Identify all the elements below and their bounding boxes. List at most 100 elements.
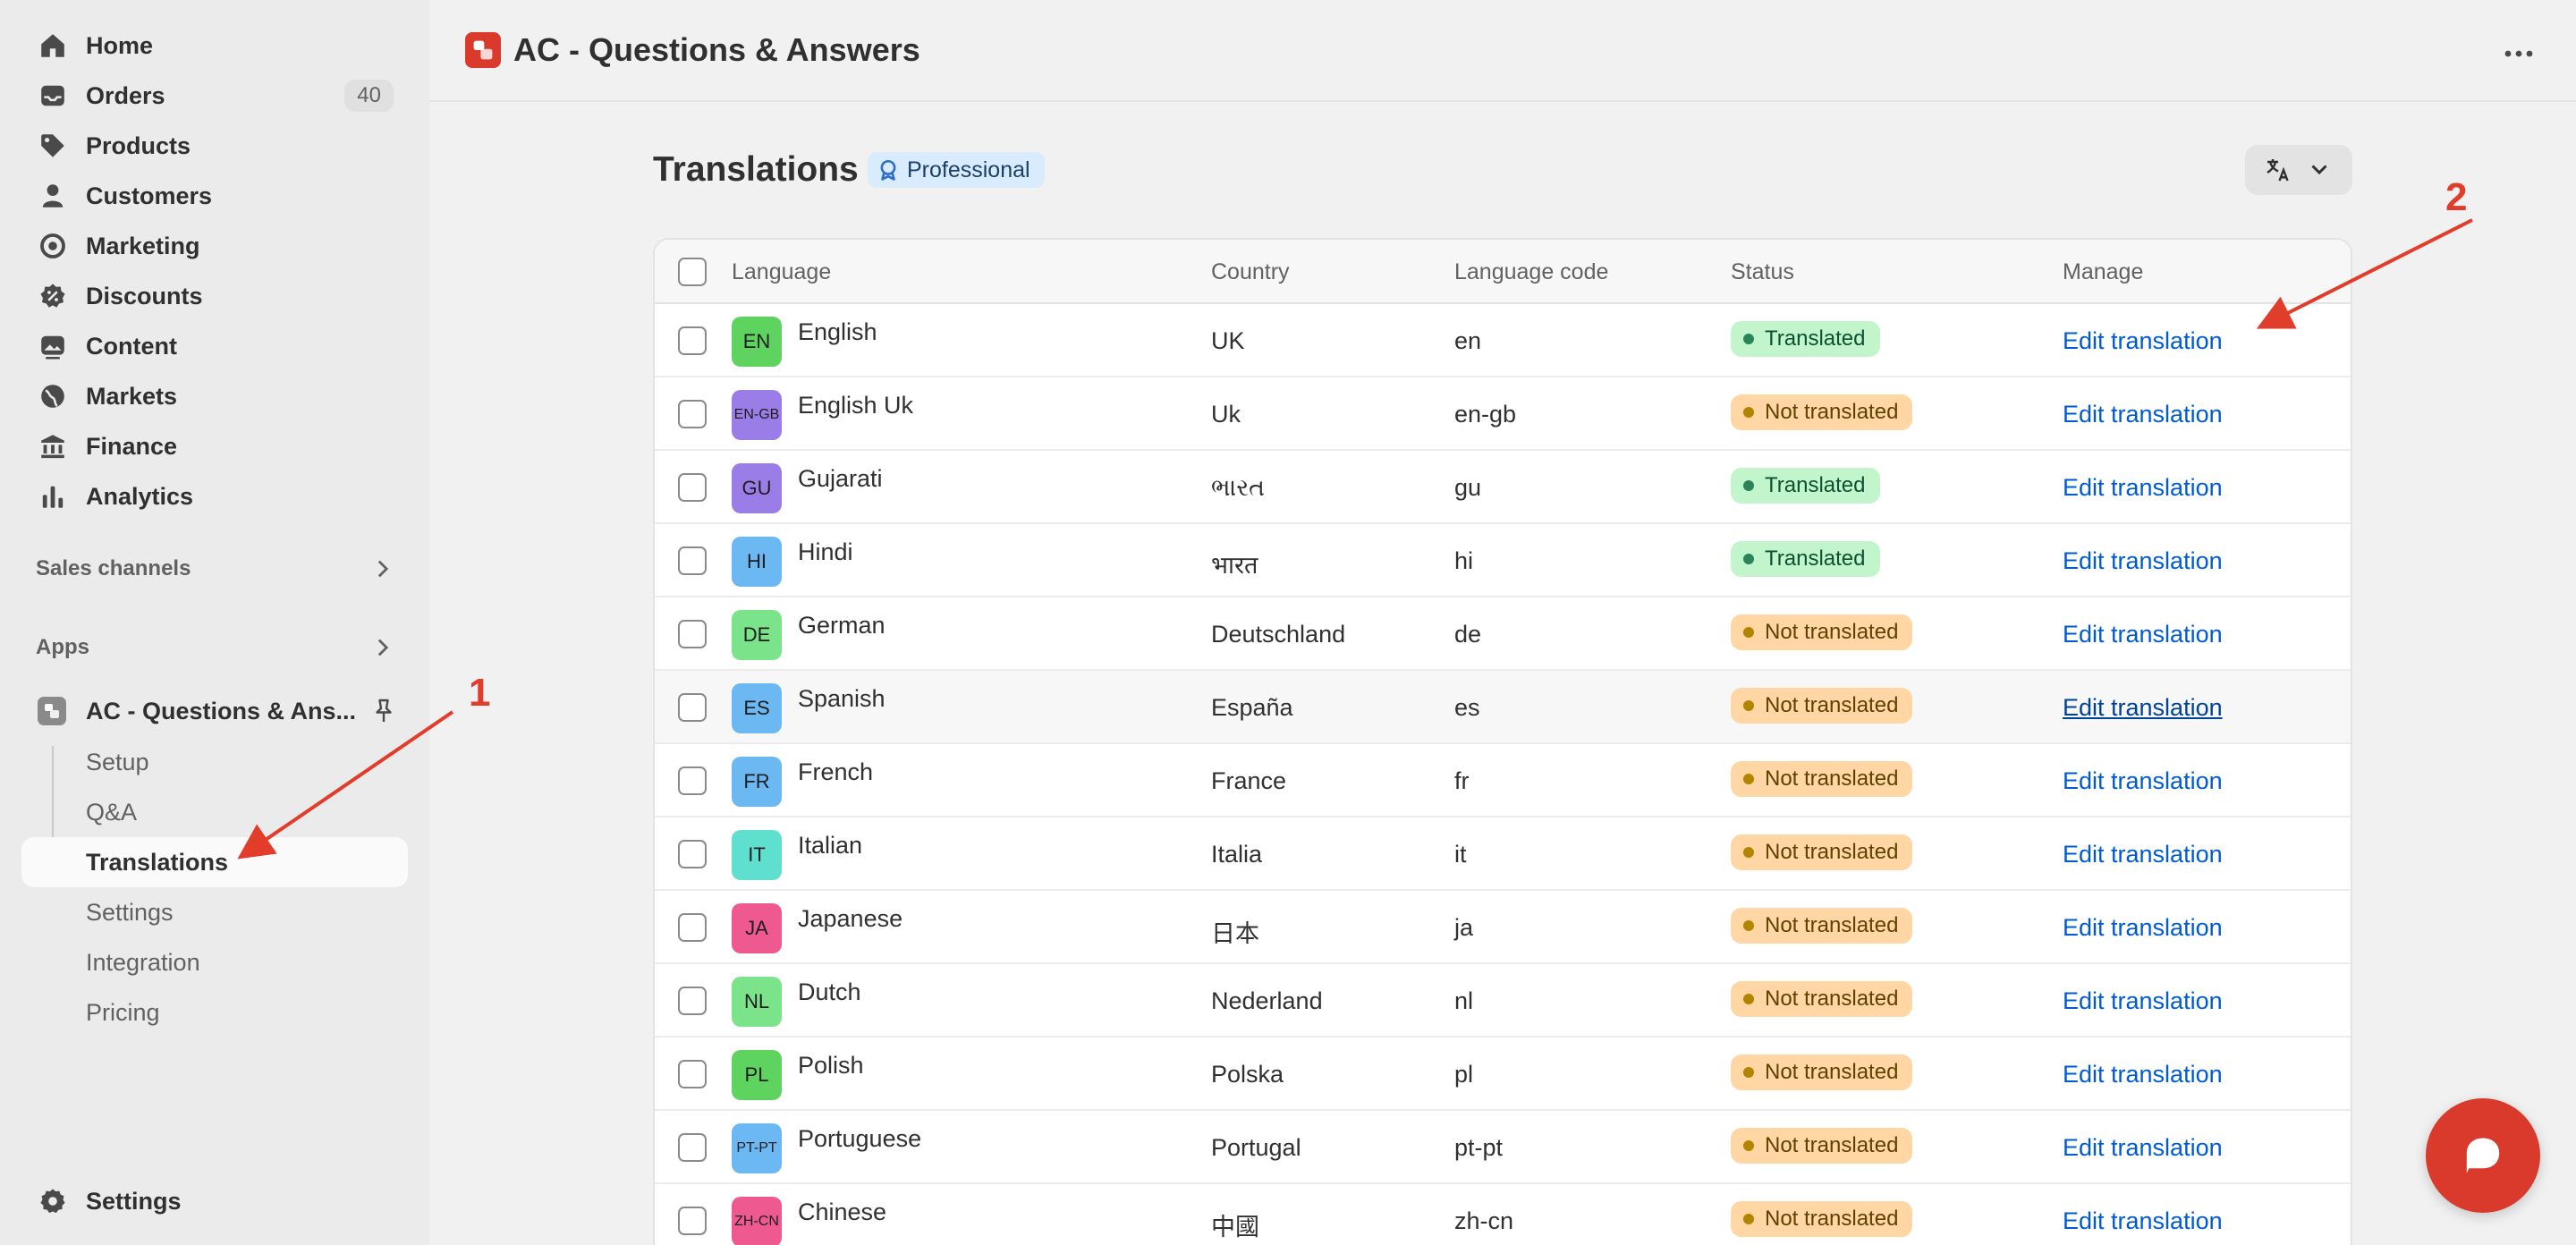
more-options-icon[interactable]: [2501, 36, 2537, 72]
status-badge: Translated: [1731, 321, 1880, 357]
nav-analytics[interactable]: Analytics: [21, 474, 401, 519]
table-row[interactable]: ES Spanish España es Not translated Edit tran…: [655, 671, 2351, 744]
edit-translation-link[interactable]: Edit translation: [2063, 1061, 2223, 1088]
nav-label: Markets: [86, 382, 178, 410]
app-ac-questions-answers[interactable]: AC - Questions & Ans...: [21, 689, 408, 733]
page-title: Translations: [653, 150, 859, 189]
table-row[interactable]: NL Dutch Nederland nl Not translated Edit tra…: [655, 964, 2351, 1038]
status-dot: [1743, 627, 1754, 638]
select-all-checkbox[interactable]: [678, 258, 707, 286]
nav-discounts[interactable]: Discounts: [21, 274, 401, 318]
nav-customers[interactable]: Customers: [21, 174, 401, 218]
status-label: Not translated: [1765, 987, 1899, 1011]
status-dot: [1743, 1067, 1754, 1078]
edit-translation-link[interactable]: Edit translation: [2063, 841, 2223, 868]
nav-home[interactable]: Home: [21, 23, 401, 68]
status-dot: [1743, 920, 1754, 931]
sales-channels-header[interactable]: Sales channels: [36, 549, 401, 589]
language-name: Chinese: [798, 1198, 887, 1225]
edit-translation-link[interactable]: Edit translation: [2063, 401, 2223, 428]
row-checkbox[interactable]: [678, 1060, 707, 1088]
language-code: hi: [1454, 547, 1474, 574]
pin-icon[interactable]: [370, 698, 397, 724]
language-code: es: [1454, 694, 1480, 721]
language-badge: FR: [732, 757, 782, 807]
app-subitem-translations[interactable]: Translations: [21, 837, 408, 887]
table-row[interactable]: PL Polish Polska pl Not translated Edit trans…: [655, 1038, 2351, 1111]
row-checkbox[interactable]: [678, 1207, 707, 1235]
row-checkbox[interactable]: [678, 987, 707, 1015]
apps-header[interactable]: Apps: [36, 628, 401, 667]
status-badge: Not translated: [1731, 908, 1913, 944]
edit-translation-link[interactable]: Edit translation: [2063, 474, 2223, 502]
edit-translation-link[interactable]: Edit translation: [2063, 621, 2223, 648]
nav-markets[interactable]: Markets: [21, 374, 401, 419]
edit-translation-link[interactable]: Edit translation: [2063, 327, 2223, 355]
table-row[interactable]: ZH-CN Chinese 中國 zh-cn Not translated Edit tr…: [655, 1184, 2351, 1245]
row-checkbox[interactable]: [678, 546, 707, 575]
translate-icon: [2267, 159, 2289, 182]
row-checkbox[interactable]: [678, 693, 707, 722]
table-row[interactable]: IT Italian Italia it Not translated Edit tran…: [655, 817, 2351, 891]
row-checkbox[interactable]: [678, 620, 707, 648]
edit-translation-link[interactable]: Edit translation: [2063, 694, 2223, 722]
status-dot: [1743, 994, 1754, 1004]
app-topbar: AC - Questions & Answers: [429, 0, 2576, 102]
country: UK: [1211, 327, 1245, 354]
plan-badge: Professional: [868, 152, 1045, 188]
translate-menu-button[interactable]: [2245, 145, 2352, 195]
table-row[interactable]: HI Hindi भारत hi Translated Edit translation: [655, 524, 2351, 597]
app-subitem-setup[interactable]: Setup: [21, 737, 408, 787]
language-code: fr: [1454, 767, 1470, 794]
status-label: Translated: [1765, 473, 1866, 497]
table-row[interactable]: EN English UK en Translated Edit translation: [655, 304, 2351, 377]
nav-content[interactable]: Content: [21, 324, 401, 368]
col-language: Language: [732, 259, 832, 284]
row-checkbox[interactable]: [678, 326, 707, 355]
language-name: German: [798, 612, 886, 639]
discount-icon: [30, 274, 75, 318]
nav-marketing[interactable]: Marketing: [21, 224, 401, 268]
row-checkbox[interactable]: [678, 913, 707, 942]
status-label: Not translated: [1765, 1133, 1899, 1157]
table-row[interactable]: FR French France fr Not translated Edit trans…: [655, 744, 2351, 817]
nav-products[interactable]: Products: [21, 123, 401, 168]
status-dot: [1743, 847, 1754, 858]
country: Italia: [1211, 841, 1263, 868]
table-row[interactable]: EN-GB English Uk Uk en-gb Not translated Edit…: [655, 377, 2351, 451]
country: ભારત: [1211, 474, 1266, 501]
app-subitem-settings[interactable]: Settings: [21, 887, 408, 937]
nav-settings[interactable]: Settings: [21, 1179, 401, 1224]
edit-translation-link[interactable]: Edit translation: [2063, 987, 2223, 1015]
table-row[interactable]: DE German Deutschland de Not translated Edit …: [655, 597, 2351, 671]
col-manage: Manage: [2063, 259, 2144, 284]
table-row[interactable]: JA Japanese 日本 ja Not translated Edit transla…: [655, 891, 2351, 964]
row-checkbox[interactable]: [678, 1133, 707, 1162]
app-subitem-integration[interactable]: Integration: [21, 937, 408, 987]
language-code: en-gb: [1454, 401, 1517, 428]
country: 日本: [1211, 920, 1259, 947]
nav-orders[interactable]: Orders 40: [21, 73, 401, 118]
nav-finance[interactable]: Finance: [21, 424, 401, 469]
edit-translation-link[interactable]: Edit translation: [2063, 767, 2223, 795]
edit-translation-link[interactable]: Edit translation: [2063, 1134, 2223, 1162]
table-row[interactable]: GU Gujarati ભારત gu Translated Edit translati…: [655, 451, 2351, 524]
language-name: Hindi: [798, 538, 853, 565]
language-code: pt-pt: [1454, 1134, 1504, 1161]
row-checkbox[interactable]: [678, 766, 707, 795]
app-subitem-qa[interactable]: Q&A: [21, 787, 408, 837]
row-checkbox[interactable]: [678, 473, 707, 502]
language-code: en: [1454, 327, 1482, 354]
country: España: [1211, 694, 1293, 721]
row-checkbox[interactable]: [678, 400, 707, 428]
row-checkbox[interactable]: [678, 840, 707, 868]
edit-translation-link[interactable]: Edit translation: [2063, 547, 2223, 575]
edit-translation-link[interactable]: Edit translation: [2063, 914, 2223, 942]
status-label: Not translated: [1765, 693, 1899, 717]
nav-label: Discounts: [86, 282, 203, 309]
app-subitem-pricing[interactable]: Pricing: [21, 987, 408, 1038]
table-row[interactable]: PT-PT Portuguese Portugal pt-pt Not translat…: [655, 1111, 2351, 1184]
edit-translation-link[interactable]: Edit translation: [2063, 1207, 2223, 1235]
chat-button[interactable]: [2426, 1098, 2540, 1213]
status-label: Translated: [1765, 326, 1866, 351]
